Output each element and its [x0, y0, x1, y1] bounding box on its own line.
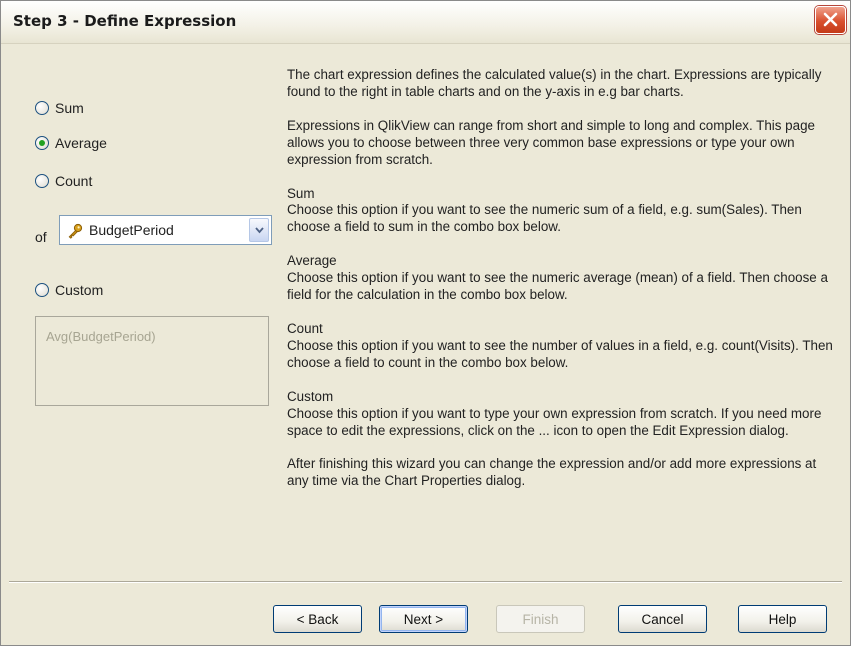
- chevron-down-icon: [255, 227, 264, 234]
- desc-average-text: Choose this option if you want to see th…: [287, 270, 828, 303]
- combo-dropdown-button[interactable]: [249, 218, 269, 242]
- desc-custom-heading: Custom: [287, 388, 334, 404]
- help-button[interactable]: Help: [738, 605, 827, 633]
- desc-average: Average Choose this option if you want t…: [287, 253, 837, 304]
- of-label: of: [35, 229, 47, 245]
- title-bar[interactable]: Step 3 - Define Expression: [1, 1, 850, 44]
- desc-custom: Custom Choose this option if you want to…: [287, 389, 837, 440]
- finish-button: Finish: [496, 605, 585, 633]
- radio-average-button[interactable]: [35, 136, 49, 150]
- custom-expression-box[interactable]: Avg(BudgetPeriod): [35, 316, 269, 406]
- desc-sum-heading: Sum: [287, 185, 315, 201]
- radio-count[interactable]: Count: [35, 170, 92, 192]
- custom-expression-text: Avg(BudgetPeriod): [46, 329, 156, 344]
- radio-sum-button[interactable]: [35, 101, 49, 115]
- radio-custom-button[interactable]: [35, 283, 49, 297]
- radio-sum-label[interactable]: Sum: [55, 100, 84, 116]
- radio-average[interactable]: Average: [35, 132, 107, 154]
- cancel-button[interactable]: Cancel: [618, 605, 707, 633]
- desc-sum: Sum Choose this option if you want to se…: [287, 186, 837, 237]
- desc-sum-text: Choose this option if you want to see th…: [287, 202, 802, 235]
- radio-custom-label[interactable]: Custom: [55, 282, 103, 298]
- field-combo-box[interactable]: BudgetPeriod: [59, 215, 272, 245]
- description-text: The chart expression defines the calcula…: [287, 67, 837, 507]
- key-icon: [68, 223, 83, 239]
- close-button[interactable]: [815, 6, 846, 34]
- desc-average-heading: Average: [287, 253, 337, 269]
- desc-count-heading: Count: [287, 320, 323, 336]
- desc-footer: After finishing this wizard you can chan…: [287, 456, 817, 489]
- radio-count-label[interactable]: Count: [55, 173, 92, 189]
- radio-average-label[interactable]: Average: [55, 135, 107, 151]
- desc-count: Count Choose this option if you want to …: [287, 321, 837, 372]
- desc-custom-text: Choose this option if you want to type y…: [287, 405, 822, 438]
- dialog-body: Sum Average Count of BudgetPeriod Custom…: [1, 43, 850, 645]
- wizard-dialog: Step 3 - Define Expression Sum Average C…: [0, 0, 851, 646]
- next-button[interactable]: Next >: [379, 605, 468, 633]
- radio-custom[interactable]: Custom: [35, 279, 103, 301]
- radio-sum[interactable]: Sum: [35, 97, 84, 119]
- separator: [9, 581, 842, 583]
- field-combo-value: BudgetPeriod: [89, 222, 174, 238]
- dialog-title: Step 3 - Define Expression: [13, 12, 237, 30]
- close-icon: [823, 12, 838, 27]
- desc-range: Expressions in QlikView can range from s…: [287, 117, 815, 167]
- desc-count-text: Choose this option if you want to see th…: [287, 337, 833, 370]
- desc-intro: The chart expression defines the calcula…: [287, 67, 822, 99]
- back-button[interactable]: < Back: [273, 605, 362, 633]
- radio-count-button[interactable]: [35, 174, 49, 188]
